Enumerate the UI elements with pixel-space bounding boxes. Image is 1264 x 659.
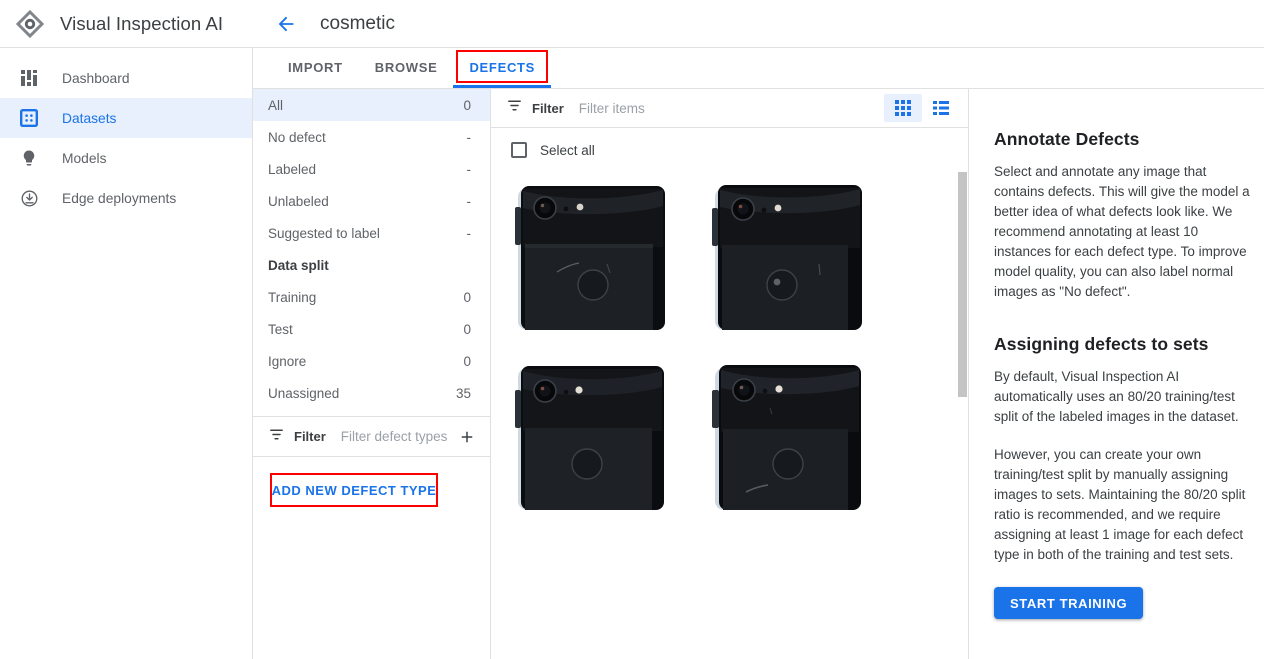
grid-view-icon[interactable] [884,94,922,122]
main-columns: All 0 No defect - Labeled - Unlabeled - … [253,89,1264,659]
assigning-defects-heading: Assigning defects to sets [994,334,1209,354]
thumbnail-item[interactable] [515,172,667,330]
lightbulb-icon [18,147,40,169]
thumbnail-item[interactable] [712,172,864,330]
filter-row-test[interactable]: Test 0 [253,313,490,345]
add-new-defect-type-wrapper: ADD NEW DEFECT TYPE [270,473,438,507]
defect-type-filter-bar: Filter [253,417,490,457]
brand-title: Visual Inspection AI [60,12,224,34]
filter-row-count: 0 [463,97,471,113]
browser-scrollbar-thumb[interactable] [958,172,967,397]
browser-scrollbar-track[interactable] [957,128,968,659]
filter-row-label: Unassigned [268,385,340,401]
list-view-icon[interactable] [922,94,960,122]
sidebar-item-label: Models [62,150,107,166]
filter-row-training[interactable]: Training 0 [253,281,490,313]
filter-row-label: Training [268,289,317,305]
filter-row-suggested-to-label[interactable]: Suggested to label - [253,217,490,249]
tab-browse[interactable]: BROWSE [359,47,454,88]
assigning-defects-paragraph-2: However, you can create your own trainin… [994,447,1246,562]
filter-row-label: Test [268,321,293,337]
select-all-row[interactable]: Select all [491,128,968,172]
plus-icon[interactable] [456,426,478,448]
sidebar-item-datasets[interactable]: Datasets [0,98,252,138]
top-app-bar: Visual Inspection AI cosmetic [0,0,1264,48]
filter-row-count: 0 [463,289,471,305]
sidebar-item-dashboard[interactable]: Dashboard [0,58,252,98]
tab-defects[interactable]: DEFECTS [453,47,551,88]
add-new-defect-type-button[interactable]: ADD NEW DEFECT TYPE [270,473,438,507]
filter-row-label: Labeled [268,161,317,177]
tab-label: BROWSE [374,60,438,75]
image-browser-panel: Filter Filter items Select all [491,89,969,659]
filter-row-count: 0 [463,353,471,369]
sidebar-item-edge-deployments[interactable]: Edge deployments [0,178,252,218]
dataset-header: cosmetic [253,0,1264,48]
sidebar-item-label: Dashboard [62,70,130,86]
tab-import[interactable]: IMPORT [272,47,359,88]
sidebar-nav: Dashboard Datasets Models Edge deploymen… [0,48,253,659]
tab-label: DEFECTS [469,60,536,75]
filter-row-count: - [466,193,472,209]
filter-row-count: 0 [463,321,471,337]
help-panel: Annotate Defects Select and annotate any… [969,89,1264,659]
arrow-back-icon[interactable] [270,8,302,40]
browser-body: Select all [491,128,968,659]
filter-row-no-defect[interactable]: No defect - [253,121,490,153]
items-filter-input[interactable] [576,99,884,117]
dataset-tabs: IMPORT BROWSE DEFECTS [253,48,1264,89]
sidebar-item-label: Datasets [62,110,117,126]
filter-row-label: All [268,97,284,113]
sidebar-item-label: Edge deployments [62,190,177,206]
filter-row-all[interactable]: All 0 [253,89,490,121]
filter-list-icon[interactable] [506,97,523,119]
select-all-checkbox[interactable] [511,142,527,158]
browser-toolbar: Filter [491,89,968,128]
annotate-defects-heading: Annotate Defects [994,129,1140,149]
filter-row-ignore[interactable]: Ignore 0 [253,345,490,377]
download-circle-icon [18,187,40,209]
datasets-icon [18,107,40,129]
select-all-label: Select all [540,142,595,158]
filter-row-unassigned[interactable]: Unassigned 35 [253,377,490,409]
app-root: Visual Inspection AI cosmetic Dashboard … [0,0,1264,659]
thumbnail-grid [491,172,968,510]
view-toggle-group [884,94,960,122]
filter-label: Filter [532,100,564,116]
filter-row-count: - [466,225,472,241]
filter-row-labeled[interactable]: Labeled - [253,153,490,185]
tab-label: IMPORT [288,60,343,75]
filter-list-icon[interactable] [268,426,285,448]
filter-label: Filter [294,429,326,444]
brand-area: Visual Inspection AI [0,0,253,48]
filter-row-label: Suggested to label [268,225,380,241]
filter-row-count: - [466,161,472,177]
thumbnail-item[interactable] [515,352,667,510]
filter-row-label: Ignore [268,353,307,369]
thumbnail-item[interactable] [712,352,864,510]
page-title: cosmetic [320,12,395,34]
defect-filter-panel: All 0 No defect - Labeled - Unlabeled - … [253,89,491,659]
defect-type-filter-input[interactable] [338,428,456,445]
vision-diamond-eye-icon [14,8,46,40]
sidebar-item-models[interactable]: Models [0,138,252,178]
data-split-heading: Data split [268,257,329,273]
annotate-defects-paragraph: Select and annotate any image that conta… [994,164,1250,299]
assigning-defects-paragraph-1: By default, Visual Inspection AI automat… [994,369,1239,424]
filter-row-label: No defect [268,129,326,145]
filter-row-count: - [466,129,472,145]
start-training-button[interactable]: START TRAINING [994,587,1144,619]
filter-row-label: Unlabeled [268,193,329,209]
filter-row-count: 35 [455,385,471,401]
dashboard-icon [18,67,40,89]
filter-row-unlabeled[interactable]: Unlabeled - [253,185,490,217]
